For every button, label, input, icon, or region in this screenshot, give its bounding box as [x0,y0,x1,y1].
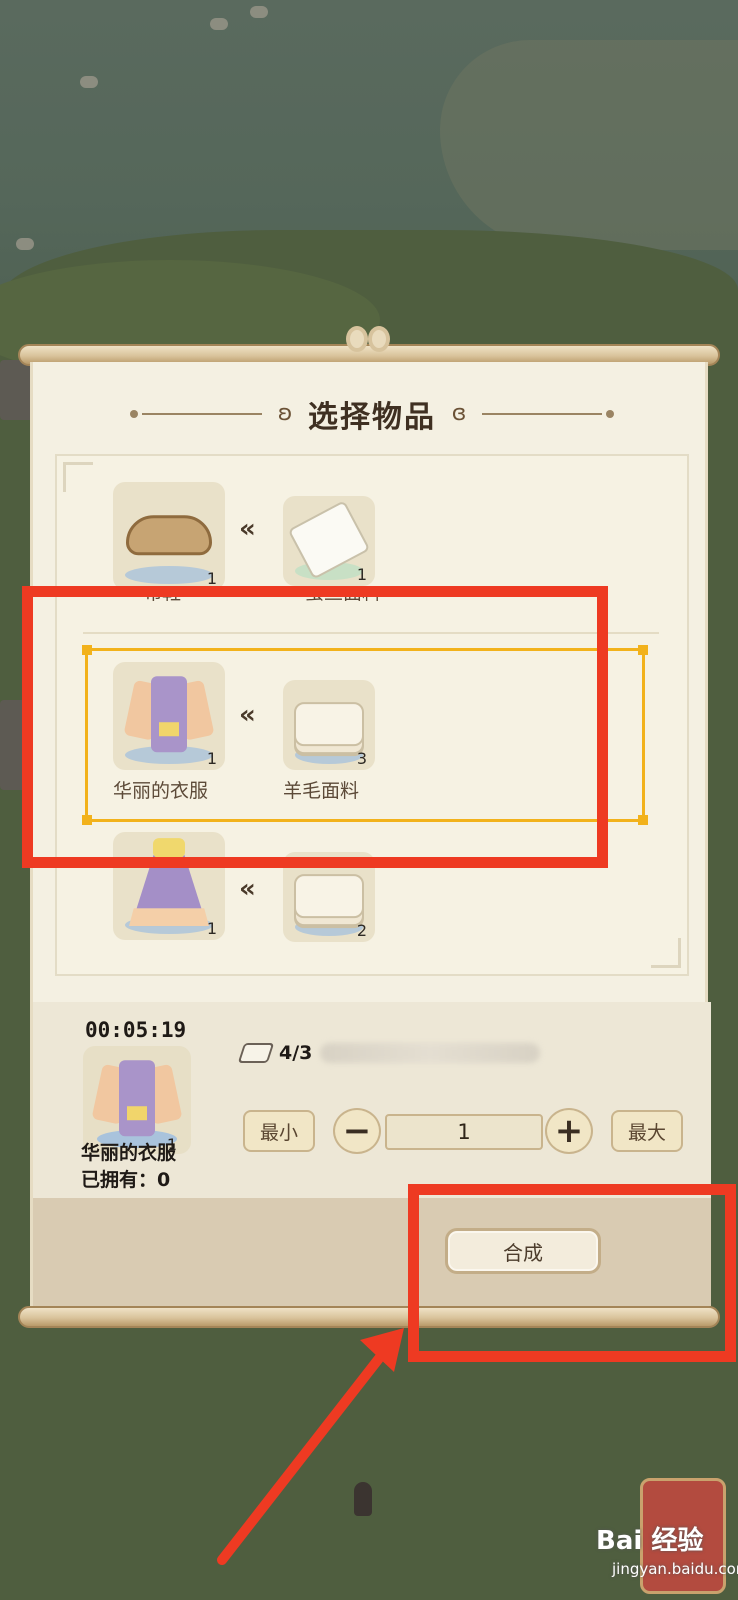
map-character [354,1482,372,1516]
baidu-watermark-logo: Bai 经验 [596,1526,704,1556]
material-quantity: 2 [356,921,367,940]
max-quantity-button[interactable]: 最大 [611,1110,683,1152]
increase-quantity-button[interactable]: + [545,1108,593,1154]
item-quantity: 1 [206,919,217,938]
swirl-ornament-icon: ʚ [277,401,293,426]
title-divider-right [482,410,614,418]
cloth-shoes-icon [126,515,212,556]
map-rock [210,18,228,30]
annotation-highlight-craft [408,1184,736,1362]
swirl-ornament-icon: ɞ [451,401,467,426]
chevron-left-icon: « [239,874,256,904]
craft-detail-section: 00:05:19 1 华丽的衣服 已拥有：0 4/3 最小 − 1 + 最大 [33,1002,711,1198]
material-count: 4/3 [279,1042,313,1064]
map-rock [80,76,98,88]
scroll-knot-icon [344,322,394,360]
baidu-watermark-url: jingyan.baidu.com [612,1560,738,1578]
min-quantity-button[interactable]: 最小 [243,1110,315,1152]
wool-fabric-icon [294,874,364,919]
blurred-text [320,1043,541,1063]
fabric-material-icon [237,1043,275,1063]
title-divider-left [130,410,262,418]
owned-count: 已拥有：0 [81,1169,171,1191]
result-item-name: 华丽的衣服 [81,1142,177,1164]
quantity-field[interactable]: 1 [385,1114,543,1150]
material-quantity: 1 [356,565,367,584]
panel-title: 选择物品 [308,400,436,435]
map-shore [440,40,738,250]
gorgeous-clothes-icon [91,1054,183,1142]
map-rock [16,238,34,250]
annotation-highlight-recipe [22,586,608,868]
decrease-quantity-button[interactable]: − [333,1108,381,1154]
map-rock [250,6,268,18]
chevron-left-icon: « [239,514,256,544]
material-requirement: 4/3 [237,1042,541,1064]
input-material-slot[interactable]: 1 [283,496,375,586]
craft-timer: 00:05:19 [85,1018,187,1042]
panel-header: ʚ 选择物品 ɞ [33,392,711,436]
output-item-slot[interactable]: 1 [113,482,225,590]
